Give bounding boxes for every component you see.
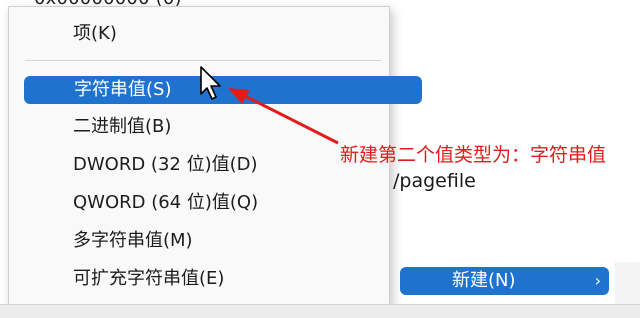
new-menu-label: 新建(N): [452, 270, 516, 291]
chevron-right-icon: ›: [594, 271, 601, 290]
window-edge: [615, 262, 640, 304]
path-text: /pagefile: [393, 170, 476, 192]
bottom-bar: [0, 304, 640, 318]
mouse-pointer-icon: [200, 66, 221, 100]
new-menu-button[interactable]: 新建(N) ›: [400, 267, 609, 295]
annotation-text: 新建第二个值类型为：字符串值: [340, 144, 607, 166]
